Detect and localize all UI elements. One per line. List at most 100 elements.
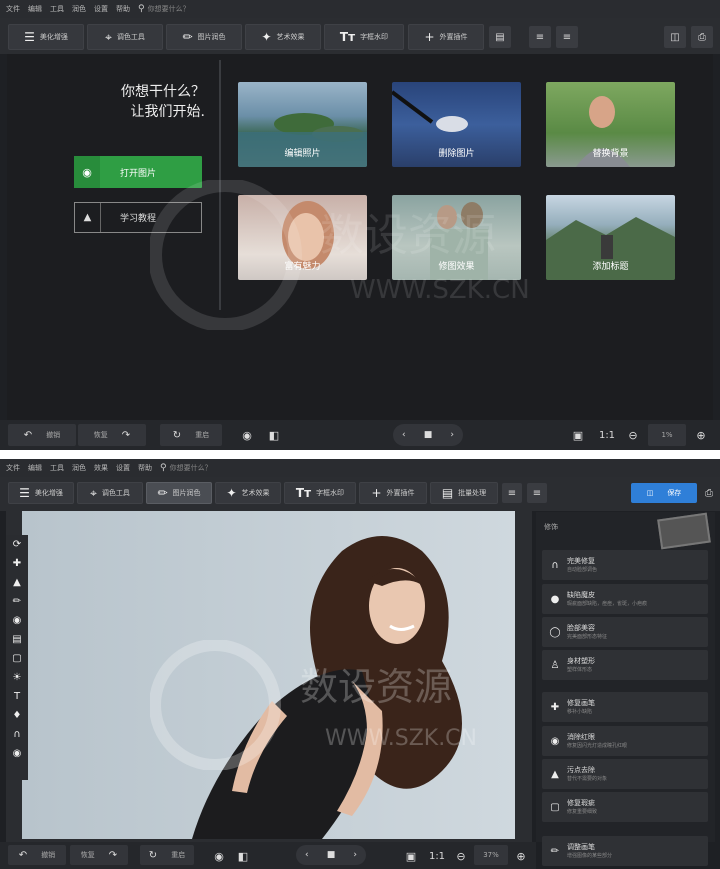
tab-batch[interactable]: ▤ 批量处理 [430, 482, 498, 504]
brush-tool-icon[interactable]: ✏ [6, 592, 28, 611]
menu-edit-2[interactable]: 编辑 [28, 463, 42, 473]
menu-help[interactable]: 帮助 [116, 4, 130, 14]
tab-text-watermark-2[interactable]: Tт 字框水印 [284, 482, 356, 504]
folder-icon[interactable]: ■ [327, 850, 336, 860]
heal-icon[interactable]: ✚ [6, 554, 28, 573]
actual-size-button[interactable]: 1:1 [594, 424, 620, 446]
menu-effects-2[interactable]: 效果 [94, 463, 108, 473]
prev-icon[interactable]: ‹ [305, 850, 309, 860]
model-photo[interactable] [22, 511, 515, 839]
preview-button[interactable]: ◉ [236, 424, 258, 446]
tab-plugins[interactable]: + 外置插件 [408, 24, 484, 50]
light-icon[interactable]: ☀ [6, 668, 28, 687]
undo-button-2[interactable]: ↶ 撤销 [8, 845, 66, 865]
folder-icon[interactable]: ■ [424, 430, 433, 440]
tool-face-beauty[interactable]: ◯ 脸部美容 完美面部形态特征 [542, 617, 708, 647]
tool-red-eye[interactable]: ◉ 消除红眼 修复因闪光灯造成瞳孔红眼 [542, 726, 708, 756]
next-icon[interactable]: › [450, 430, 454, 440]
undo-button[interactable]: ↶ 撤销 [8, 424, 76, 446]
menu-tools-2[interactable]: 工具 [50, 463, 64, 473]
face-outline-icon: ◯ [549, 626, 561, 638]
card-remove-object[interactable]: 删除图片 [392, 82, 521, 167]
auto-fix-icon[interactable]: ⟳ [6, 535, 28, 554]
file-navigation-2: ‹ ■ › [296, 845, 366, 865]
menu-retouch[interactable]: 润色 [72, 4, 86, 14]
menu-file[interactable]: 文件 [6, 4, 20, 14]
compare-button-2[interactable]: ◧ [232, 845, 254, 867]
image-browser-button[interactable]: ▤ [489, 26, 511, 48]
card-add-title[interactable]: 添加标题 [546, 195, 675, 280]
card-edit-photo[interactable]: 编辑照片 [238, 82, 367, 167]
card-glamour[interactable]: 富有魅力 [238, 195, 367, 280]
globe-icon[interactable]: ◉ [6, 744, 28, 763]
zoom-out-button[interactable]: ⊖ [622, 424, 644, 446]
eye-icon: ◉ [214, 849, 224, 863]
tab-retouch[interactable]: ✏ 图片润色 [166, 24, 242, 50]
fit-screen-button-2[interactable]: ▣ [400, 845, 422, 867]
tool-fix-flaws[interactable]: ▢ 修复瑕疵 修复重要细致 [542, 792, 708, 822]
magnet-icon[interactable]: ∩ [6, 725, 28, 744]
tab-text-watermark[interactable]: Tт 字框水印 [324, 24, 404, 50]
save-button[interactable]: ◫ [664, 26, 686, 48]
tool-perfect-fix[interactable]: ∩ 完美修复 自动脸部调色 [542, 550, 708, 580]
redo-button[interactable]: 恢复 ↷ [78, 424, 146, 446]
prev-icon[interactable]: ‹ [402, 430, 406, 440]
tool-blemish[interactable]: ● 缺陷魔皮 瑕疵面部缺陷，痘痘，雀斑，小疤痕 [542, 584, 708, 614]
search-box-2[interactable]: ⚲ 你想要什么？ [160, 463, 212, 473]
open-image-button[interactable]: ◉ 打开图片 [74, 156, 202, 188]
tutorial-button[interactable]: ▲ 学习教程 [74, 202, 202, 233]
tab-plugins-2[interactable]: + 外置插件 [359, 482, 427, 504]
tool-heal-brush[interactable]: ✚ 修复画笔 移补小缺陷 [542, 692, 708, 722]
save-blue-button[interactable]: ◫ 保存 [631, 483, 697, 503]
tool-adjust-brush[interactable]: ✏ 调整画笔 增强图像的某些部分 [542, 836, 708, 866]
list-minus-icon: ≡ [532, 487, 542, 499]
menu-edit[interactable]: 编辑 [28, 4, 42, 14]
tab-color-tools-2[interactable]: ⌖ 调色工具 [77, 482, 143, 504]
preview-button-2[interactable]: ◉ [208, 845, 230, 867]
menu-help-2[interactable]: 帮助 [138, 463, 152, 473]
tab-enhance-2[interactable]: ☰ 美化增强 [8, 482, 74, 504]
redo-button-2[interactable]: 恢复 ↷ [70, 845, 128, 865]
tab-retouch-2[interactable]: ✏ 图片润色 [146, 482, 212, 504]
remove-layer-button-2[interactable]: ≡ [527, 483, 547, 503]
zoom-level-2[interactable]: 37% [474, 845, 508, 865]
search-box[interactable]: ⚲ 你想要什么？ [138, 4, 190, 14]
stamp-icon[interactable]: ▲ [6, 573, 28, 592]
card-replace-background[interactable]: 替换背景 [546, 82, 675, 167]
next-icon[interactable]: › [353, 850, 357, 860]
zoom-in-button[interactable]: ⊕ [690, 424, 712, 446]
menu-retouch-2[interactable]: 润色 [72, 463, 86, 473]
redo-icon: ↷ [108, 849, 118, 861]
tool-spot-remove[interactable]: ▲ 污点去除 替代不需要的对象 [542, 759, 708, 789]
welcome-text: 你想干什么？ 让我们开始. [121, 82, 205, 122]
fill-icon[interactable]: ♦ [6, 706, 28, 725]
print-button-2[interactable]: ⎙ [700, 483, 718, 503]
tool-body-shape[interactable]: ♙ 身材塑形 塑样体形态 [542, 650, 708, 680]
card-retouch-effects[interactable]: 修图效果 [392, 195, 521, 280]
welcome-screen: 文件 编辑 工具 润色 设置 帮助 ⚲ 你想要什么？ ☰ 美化增强 ⌖ 调色工具 ✏… [0, 0, 720, 450]
zoom-out-button-2[interactable]: ⊖ [450, 845, 472, 867]
tab-art-effects[interactable]: ✦ 艺术效果 [245, 24, 321, 50]
tab-art-effects-2[interactable]: ✦ 艺术效果 [215, 482, 281, 504]
add-layer-button-2[interactable]: ≡ [502, 483, 522, 503]
fit-screen-button[interactable]: ▣ [567, 424, 589, 446]
remove-layer-button[interactable]: ≡ [556, 26, 578, 48]
text-tool-icon[interactable]: T [6, 687, 28, 706]
tab-enhance[interactable]: ☰ 美化增强 [8, 24, 84, 50]
reset-button-2[interactable]: ↻ 重启 [140, 845, 194, 865]
reset-button[interactable]: ↻ 重启 [160, 424, 222, 446]
menu-file-2[interactable]: 文件 [6, 463, 20, 473]
zoom-level[interactable]: 1% [648, 424, 686, 446]
add-layer-button[interactable]: ≡ [529, 26, 551, 48]
radial-icon[interactable]: ◉ [6, 611, 28, 630]
zoom-in-button-2[interactable]: ⊕ [510, 845, 532, 867]
gradient-icon[interactable]: ▤ [6, 630, 28, 649]
menu-tools[interactable]: 工具 [50, 4, 64, 14]
print-button[interactable]: ⎙ [691, 26, 713, 48]
menu-settings[interactable]: 设置 [94, 4, 108, 14]
compare-button[interactable]: ◧ [263, 424, 285, 446]
actual-size-button-2[interactable]: 1:1 [424, 845, 450, 867]
menu-settings-2[interactable]: 设置 [116, 463, 130, 473]
vignette-icon[interactable]: ▢ [6, 649, 28, 668]
tab-color-tools[interactable]: ⌖ 调色工具 [87, 24, 163, 50]
